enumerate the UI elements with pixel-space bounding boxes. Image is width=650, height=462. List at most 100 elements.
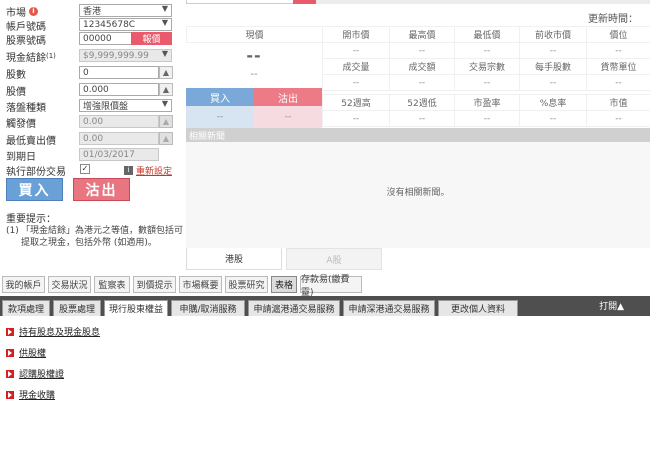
quote-data-table: -- -- -- -- -- 成交量 成交額 交易宗數 每手股數 貨幣單位 --… (322, 42, 650, 91)
quote-cell: -- (586, 42, 650, 59)
stock-code-label: 股票號碼 (6, 35, 46, 47)
buy-button[interactable]: 買入 (6, 178, 63, 201)
current-price-change: -- (250, 69, 258, 80)
quote-cell: 交易宗數 (454, 58, 520, 75)
corporate-action-links: 持有股息及現金股息 供股權 認購股權證 現金收購 (6, 326, 100, 410)
trigger-price-label: 觸發價 (6, 118, 36, 130)
quote-cell: -- (389, 110, 455, 127)
tab-pps-deposit[interactable]: 存款易(繳費靈) (300, 275, 362, 298)
account-select[interactable]: 12345678C ▼ (79, 18, 172, 31)
quote-cell: 最高價 (389, 26, 455, 43)
tab-trade-status[interactable]: 交易狀況 (48, 276, 91, 293)
quote-data-table-2: 52週高 52週低 市盈率 %息率 市值 -- -- -- -- -- (322, 94, 650, 127)
ask-header: 沽出 (254, 88, 322, 106)
link-cash-offer[interactable]: 現金收購 (19, 388, 55, 401)
chevron-down-icon: ▼ (161, 99, 168, 108)
quantity-row: 股數 (6, 66, 80, 81)
link-rights-issue[interactable]: 供股權 (19, 346, 46, 359)
quote-cell: %息率 (519, 94, 587, 111)
order-type-select[interactable]: 增強限價盤 ▼ (79, 99, 172, 112)
quote-button[interactable]: 報價 (131, 32, 172, 45)
price-stepper[interactable]: ▲ (159, 83, 173, 96)
sell-button[interactable]: 沽出 (73, 178, 130, 201)
tab-hk-stocks[interactable]: 港股 (186, 248, 282, 270)
stock-code-input[interactable]: 00000 (79, 32, 132, 45)
reset-link[interactable]: 重新設定 (136, 164, 172, 177)
quote-cell: 每手股數 (519, 58, 587, 75)
quote-cell: -- (389, 42, 455, 59)
quote-cell: 成交量 (322, 58, 390, 75)
chevron-down-icon: ▼ (161, 4, 168, 13)
order-form: 市場 i 香港 ▼ 帳戶號碼 12345678C ▼ 股票號碼 00000 報價 現金… (0, 0, 186, 272)
quantity-label: 股數 (6, 69, 26, 81)
quantity-stepper[interactable]: ▲ (159, 66, 173, 79)
expiry-row: 到期日 (6, 148, 80, 163)
current-price-value: -- (246, 46, 262, 65)
list-item[interactable]: 供股權 (6, 346, 100, 359)
quote-cell: -- (389, 74, 455, 91)
quote-panel: 更新時間： 現價 開市價 最高價 最低價 前收市價 價位 -- -- -- --… (186, 0, 650, 272)
account-row: 帳戶號碼 (6, 18, 80, 33)
min-sell-price-stepper[interactable]: ▲ (159, 132, 173, 145)
list-item[interactable]: 持有股息及現金股息 (6, 325, 100, 338)
tab-my-account[interactable]: 我的帳戶 (2, 276, 45, 293)
main-tab-bar: 我的帳戶 交易狀況 監察表 到價提示 市場概要 股票研究 表格 存款易(繳費靈) (0, 275, 650, 298)
arrow-bullet-icon (6, 327, 14, 336)
notice-body: (1) 「現金結餘」為港元之等值，數額包括可提取之現金，包括外幣 (如適用)。 (6, 225, 184, 249)
tab-forms[interactable]: 表格 (271, 276, 297, 293)
quote-cell: -- (322, 74, 390, 91)
tab-subscribe-cancel[interactable]: 申購/取消服務 (171, 300, 245, 316)
tab-payments[interactable]: 款項處理 (2, 300, 50, 316)
cash-balance-label: 現金結餘 (6, 52, 46, 64)
reset-wrap: i 重新設定 (124, 164, 172, 177)
quote-cell: -- (586, 110, 650, 127)
search-button[interactable] (293, 0, 316, 4)
info-icon[interactable]: i (29, 6, 38, 16)
sub-tab-bar: 款項處理 股票處理 現行股東權益 申購/取消服務 申請滬港通交易服務 申請深港通… (0, 296, 650, 316)
quote-cell: 最低價 (454, 26, 520, 43)
order-type-row: 落盤種類 (6, 99, 80, 114)
quantity-input[interactable]: 0 (79, 66, 159, 79)
cash-balance-select[interactable]: $9,999,999.99 ▼ (79, 49, 172, 62)
tab-a-shares[interactable]: A股 (286, 248, 382, 270)
min-sell-price-row: 最低賣出價 (6, 132, 80, 147)
link-dividend[interactable]: 持有股息及現金股息 (19, 325, 100, 338)
quote-cell: 成交額 (389, 58, 455, 75)
arrow-bullet-icon (6, 390, 14, 399)
partial-checkbox[interactable]: ✓ (80, 164, 90, 174)
trigger-price-input[interactable]: 0.00 (79, 115, 159, 128)
market-select[interactable]: 香港 ▼ (79, 4, 172, 17)
min-sell-price-input[interactable]: 0.00 (79, 132, 159, 145)
arrow-bullet-icon (6, 369, 14, 378)
trigger-price-stepper[interactable]: ▲ (159, 115, 173, 128)
quote-cell: 52週高 (322, 94, 390, 111)
bid-header: 買入 (186, 88, 254, 106)
price-row: 股價 (6, 83, 80, 98)
tab-stock-handling[interactable]: 股票處理 (53, 300, 101, 316)
tab-corporate-actions[interactable]: 現行股東權益 (104, 300, 168, 316)
price-input[interactable]: 0.000 (79, 83, 159, 96)
current-price-block: -- -- (186, 28, 322, 88)
chevron-down-icon: ▼ (161, 18, 168, 27)
tab-price-alert[interactable]: 到價提示 (133, 276, 176, 293)
tab-shanghai-connect[interactable]: 申請滬港通交易服務 (248, 300, 340, 316)
min-sell-price-label: 最低賣出價 (6, 135, 56, 147)
list-item[interactable]: 現金收購 (6, 388, 100, 401)
quote-cell: 52週低 (389, 94, 455, 111)
tab-stock-research[interactable]: 股票研究 (225, 276, 268, 293)
update-time-label: 更新時間： (588, 14, 638, 25)
quote-cell: -- (454, 110, 520, 127)
search-strip[interactable] (186, 0, 294, 4)
tab-update-profile[interactable]: 更改個人資料 (438, 300, 518, 316)
expiry-input[interactable]: 01/03/2017 (79, 148, 159, 161)
tab-market-summary[interactable]: 市場概要 (179, 276, 222, 293)
market-label: 市場 (6, 7, 26, 19)
tab-watchlist[interactable]: 監察表 (94, 276, 130, 293)
quote-cell: -- (322, 110, 390, 127)
notice-num: (1) (6, 226, 19, 236)
link-warrants[interactable]: 認購股權證 (19, 367, 64, 380)
quote-cell: 開市價 (322, 26, 390, 43)
list-item[interactable]: 認購股權證 (6, 367, 100, 380)
toggle-panel-button[interactable]: 打開▲ (599, 299, 624, 312)
tab-shenzhen-connect[interactable]: 申請深港通交易服務 (343, 300, 435, 316)
